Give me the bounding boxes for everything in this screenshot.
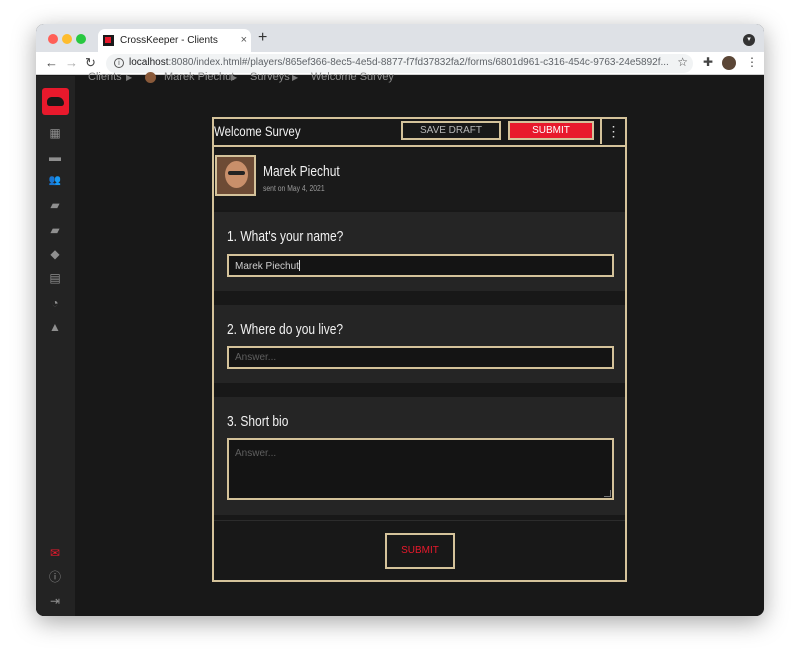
favicon-icon <box>103 35 114 46</box>
site-info-icon[interactable]: i <box>114 58 124 68</box>
dashboard-icon[interactable]: ▦ <box>48 126 62 140</box>
form-title: Welcome Survey <box>214 123 301 139</box>
bio-textarea[interactable]: Answer... <box>227 438 614 500</box>
name-input[interactable]: Marek Piechut <box>227 254 614 277</box>
logout-icon[interactable]: ⇥ <box>48 594 62 608</box>
text-caret <box>298 260 300 271</box>
reload-button[interactable]: ↻ <box>85 55 96 71</box>
breadcrumb-avatar <box>145 72 156 83</box>
submit-bottom-button[interactable]: SUBMIT <box>385 533 455 569</box>
form-author: Marek Piechut sent on May 4, 2021 <box>214 149 625 210</box>
chevron-right-icon: ▶ <box>292 73 299 82</box>
tab-close-icon[interactable]: × <box>241 33 247 47</box>
clients-icon[interactable]: 👥 <box>48 174 62 188</box>
folder-icon[interactable]: ▰ <box>48 223 62 237</box>
help-info-icon[interactable]: ⓘ <box>48 570 62 584</box>
profile-avatar[interactable] <box>722 56 736 70</box>
save-draft-button[interactable]: SAVE DRAFT <box>401 121 501 140</box>
browser-window: CrossKeeper - Clients × + ▾ ← → ↻ i loca… <box>36 24 764 616</box>
tab-title: CrossKeeper - Clients <box>120 35 218 46</box>
more-options-icon[interactable]: ⋮ <box>600 119 625 144</box>
app-root: ▦ ▬ 👥 ▰ ▰ ◆ ▤ ◔ ▲ ✉ ⓘ ⇥ Clients ▶ Marek … <box>36 71 764 616</box>
bell-icon[interactable]: ▲ <box>48 320 62 334</box>
browser-titlebar: CrossKeeper - Clients × + ▾ <box>36 24 764 52</box>
education-icon[interactable]: ◆ <box>48 247 62 261</box>
url-text[interactable]: localhost:8080/index.html#/players/865ef… <box>129 57 669 68</box>
chevron-right-icon: ▶ <box>231 73 238 82</box>
question-label: 2. Where do you live? <box>227 321 344 338</box>
sent-date: sent on May 4, 2021 <box>263 184 325 193</box>
browser-menu-icon[interactable]: ⋮ <box>746 55 758 69</box>
new-tab-button[interactable]: + <box>258 30 267 46</box>
progress-icon[interactable]: ◔ <box>48 296 62 310</box>
chevron-right-icon: ▶ <box>126 73 133 82</box>
location-input[interactable]: Answer... <box>227 346 614 369</box>
question-label: 1. What's your name? <box>227 228 344 245</box>
resize-handle-icon[interactable] <box>604 490 611 497</box>
extensions-icon[interactable]: ✚ <box>703 55 713 69</box>
question-label: 3. Short bio <box>227 413 289 430</box>
breadcrumb-clients[interactable]: Clients <box>88 71 122 83</box>
calendar-icon[interactable]: ▬ <box>48 150 62 164</box>
close-window-button[interactable] <box>48 34 58 44</box>
chat-icon[interactable]: ▰ <box>48 198 62 212</box>
survey-form-card: Welcome Survey SAVE DRAFT SUBMIT ⋮ Marek… <box>212 117 627 582</box>
bookmark-star-icon[interactable]: ☆ <box>677 55 688 69</box>
question-card: 2. Where do you live? Answer... <box>214 305 625 383</box>
app-logo[interactable] <box>42 88 69 115</box>
forward-button[interactable]: → <box>65 55 78 71</box>
sidebar: ▦ ▬ 👥 ▰ ▰ ◆ ▤ ◔ ▲ ✉ ⓘ ⇥ <box>36 76 75 616</box>
form-header: Welcome Survey SAVE DRAFT SUBMIT ⋮ <box>214 119 625 147</box>
avatar <box>215 155 256 196</box>
breadcrumb-client-name[interactable]: Marek Piechut <box>164 71 234 83</box>
browser-toolbar: ← → ↻ i localhost:8080/index.html#/playe… <box>36 52 764 75</box>
minimize-window-button[interactable] <box>62 34 72 44</box>
submit-button[interactable]: SUBMIT <box>508 121 594 140</box>
question-card: 3. Short bio Answer... <box>214 397 625 515</box>
mail-icon[interactable]: ✉ <box>48 546 62 560</box>
tab-search-icon[interactable]: ▾ <box>743 34 755 46</box>
divider <box>214 520 625 521</box>
question-card: 1. What's your name? Marek Piechut <box>214 212 625 291</box>
document-icon[interactable]: ▤ <box>48 271 62 285</box>
back-button[interactable]: ← <box>45 55 58 71</box>
author-name: Marek Piechut <box>263 163 340 180</box>
maximize-window-button[interactable] <box>76 34 86 44</box>
breadcrumb-current: Welcome Survey <box>311 71 394 83</box>
browser-tab[interactable]: CrossKeeper - Clients × <box>98 29 251 52</box>
breadcrumb-surveys[interactable]: Surveys <box>250 71 290 83</box>
